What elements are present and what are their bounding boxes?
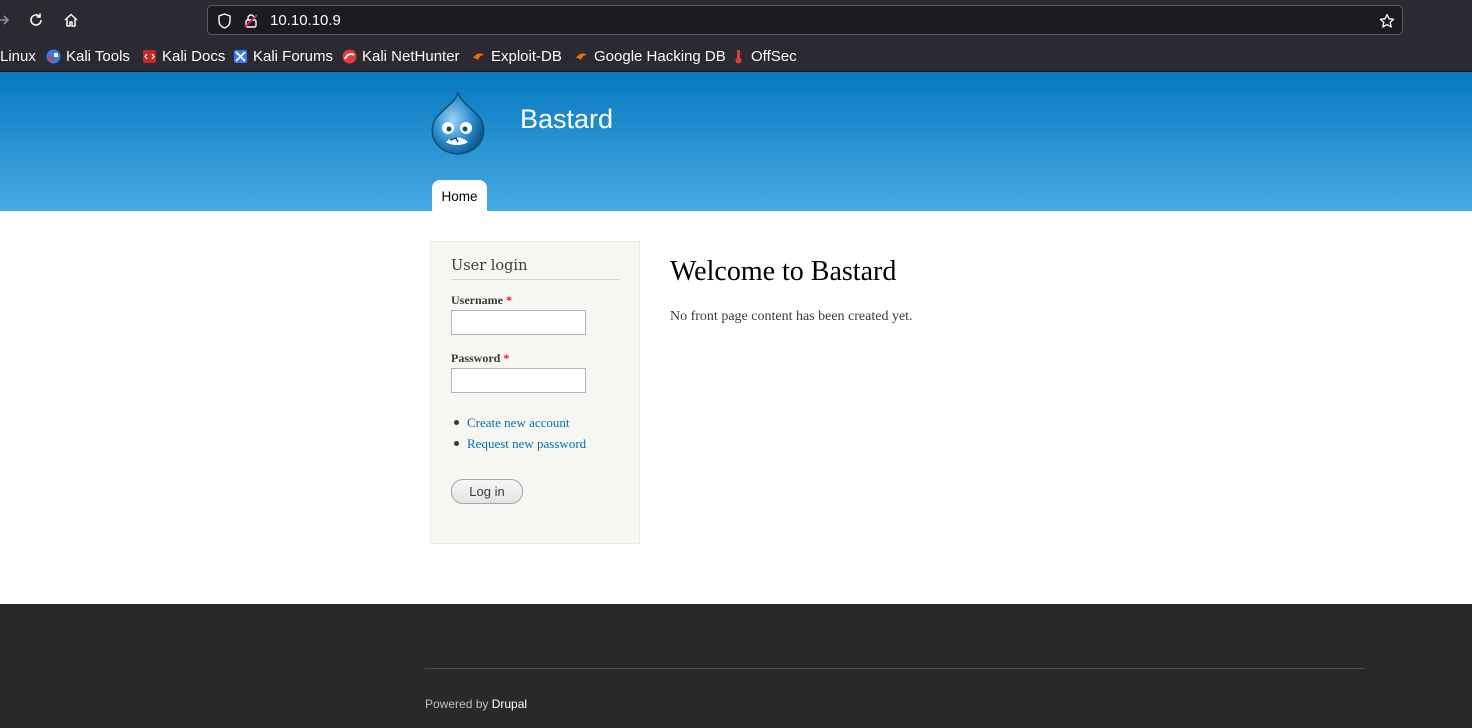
home-icon[interactable] bbox=[61, 10, 81, 30]
bookmark-kali-docs[interactable]: Kali Docs bbox=[142, 47, 225, 65]
bookmark-linux[interactable]: Linux bbox=[0, 47, 36, 65]
tab-home[interactable]: Home bbox=[432, 180, 487, 211]
login-links: Create new account Request new password bbox=[451, 412, 586, 454]
insecure-lock-icon[interactable] bbox=[242, 12, 260, 30]
bookmark-kali-tools[interactable]: Kali Tools bbox=[46, 47, 130, 65]
bookmark-label: Kali Docs bbox=[162, 47, 226, 65]
bookmark-exploit-db[interactable]: Exploit-DB bbox=[471, 47, 562, 65]
password-input[interactable] bbox=[451, 368, 586, 393]
bookmark-offsec[interactable]: OffSec bbox=[731, 47, 797, 65]
ghdb-icon bbox=[574, 49, 589, 64]
page-body: No front page content has been created y… bbox=[670, 309, 913, 324]
bookmark-star-icon[interactable] bbox=[1378, 12, 1396, 30]
site-name[interactable]: Bastard bbox=[520, 104, 613, 135]
bookmark-label: OffSec bbox=[751, 47, 797, 65]
powered-by-text: Powered by bbox=[425, 697, 489, 711]
password-label-text: Password bbox=[451, 351, 501, 365]
url-text[interactable]: 10.10.10.9 bbox=[270, 12, 341, 29]
create-account-item: Create new account bbox=[451, 412, 586, 433]
required-mark: * bbox=[503, 351, 510, 365]
create-account-link[interactable]: Create new account bbox=[467, 415, 570, 431]
user-login-block: User login Username * Password * Create … bbox=[430, 241, 640, 544]
footer-divider bbox=[425, 668, 1365, 669]
forward-icon[interactable] bbox=[0, 10, 14, 30]
required-mark: * bbox=[505, 293, 512, 307]
drupal-link[interactable]: Drupal bbox=[492, 697, 527, 711]
username-label-text: Username bbox=[451, 293, 503, 307]
request-password-item: Request new password bbox=[451, 433, 586, 454]
bookmark-label: Kali Forums bbox=[253, 47, 334, 65]
bookmark-kali-nethunter[interactable]: Kali NetHunter bbox=[342, 47, 460, 65]
bookmark-kali-forums[interactable]: Kali Forums bbox=[233, 47, 333, 65]
log-in-button[interactable]: Log in bbox=[451, 479, 523, 504]
powered-by: Powered by Drupal bbox=[425, 697, 527, 711]
username-input[interactable] bbox=[451, 310, 586, 335]
exploit-db-icon bbox=[471, 49, 486, 64]
block-title: User login bbox=[451, 258, 619, 280]
reload-icon[interactable] bbox=[26, 10, 46, 30]
bullet bbox=[454, 441, 459, 446]
url-bar[interactable]: 10.10.10.9 bbox=[207, 5, 1403, 35]
offsec-icon bbox=[731, 49, 746, 64]
bookmark-label: Kali Tools bbox=[66, 47, 130, 65]
site-footer: Powered by Drupal bbox=[0, 604, 1472, 728]
kali-docs-icon bbox=[142, 49, 157, 64]
username-label: Username * bbox=[451, 293, 512, 308]
bookmark-label: Kali NetHunter bbox=[362, 47, 460, 65]
kali-forums-icon bbox=[233, 49, 248, 64]
nethunter-icon bbox=[342, 49, 357, 64]
bookmark-label: Linux bbox=[0, 47, 36, 65]
site-header: Bastard Home bbox=[0, 72, 1472, 211]
bullet bbox=[454, 420, 459, 425]
page-title: Welcome to Bastard bbox=[670, 256, 897, 287]
bookmark-label: Exploit-DB bbox=[491, 47, 562, 65]
kali-tools-icon bbox=[46, 49, 61, 64]
bookmark-google-hacking-db[interactable]: Google Hacking DB bbox=[574, 47, 726, 65]
drupal-logo[interactable] bbox=[428, 90, 488, 158]
bookmarks-bar: Linux Kali Tools Kali Docs Kali Forums K… bbox=[0, 40, 1472, 72]
bookmark-label: Google Hacking DB bbox=[594, 47, 726, 65]
request-password-link[interactable]: Request new password bbox=[467, 436, 586, 452]
browser-toolbar: 10.10.10.9 bbox=[0, 0, 1472, 40]
shield-icon[interactable] bbox=[215, 12, 233, 30]
password-label: Password * bbox=[451, 351, 509, 366]
